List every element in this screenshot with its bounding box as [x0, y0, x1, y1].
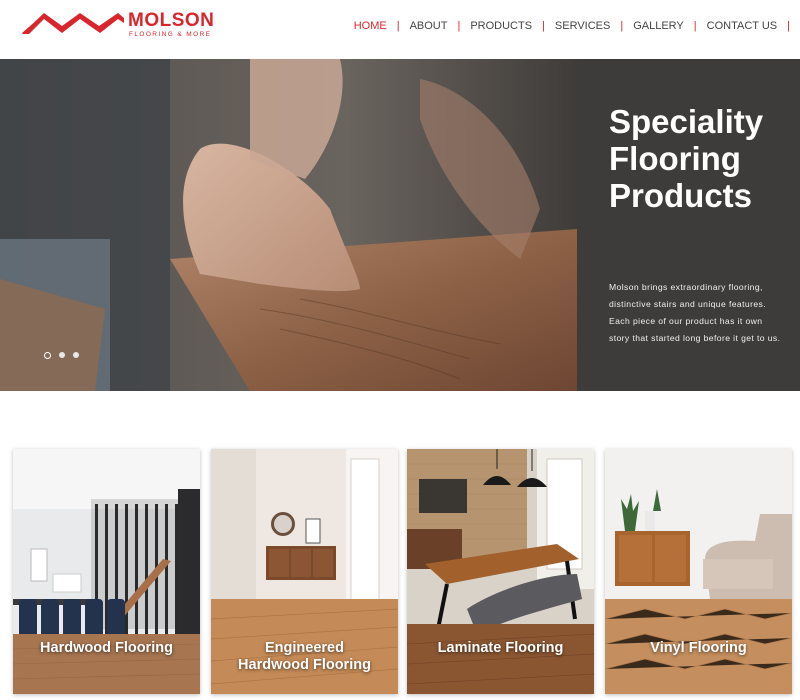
- slider-dots: [44, 351, 79, 359]
- site-header: MOLSON FLOORING & MORE HOME | ABOUT | PR…: [0, 0, 800, 58]
- card-label: Vinyl Flooring: [650, 640, 747, 656]
- hero-description: Molson brings extraordinary flooring, di…: [609, 282, 781, 343]
- dining-room-photo: [13, 449, 200, 694]
- dining-table-photo: [407, 449, 594, 694]
- hero-title: Speciality Flooring Products: [609, 103, 764, 214]
- logo[interactable]: MOLSON FLOORING & MORE: [22, 9, 215, 43]
- card-label: Laminate Flooring: [437, 640, 564, 656]
- card-laminate-flooring[interactable]: Laminate Flooring: [407, 449, 594, 694]
- hero-caption-panel: Speciality Flooring Products Molson brin…: [577, 59, 800, 391]
- nav-products[interactable]: PRODUCTS: [460, 20, 542, 32]
- nav-about[interactable]: ABOUT: [400, 20, 458, 32]
- card-vinyl-flooring[interactable]: Vinyl Flooring: [605, 449, 792, 694]
- slide-dot-1[interactable]: [44, 351, 51, 359]
- card-label: Hardwood Flooring: [40, 640, 173, 656]
- nav-separator: |: [787, 20, 790, 32]
- brand-tagline: FLOORING & MORE: [129, 31, 212, 38]
- nav-home[interactable]: HOME: [344, 20, 397, 32]
- card-hardwood-flooring[interactable]: Hardwood Flooring: [13, 449, 200, 694]
- card-engineered-hardwood-flooring[interactable]: Engineered Hardwood Flooring: [211, 449, 398, 694]
- main-nav: HOME | ABOUT | PRODUCTS | SERVICES | GAL…: [344, 20, 790, 32]
- slide-dot-2[interactable]: [59, 352, 65, 358]
- card-label: Engineered Hardwood Flooring: [238, 640, 371, 673]
- product-cards: Hardwood Flooring Engineered Hardwood Fl…: [13, 449, 793, 694]
- nav-services[interactable]: SERVICES: [545, 20, 620, 32]
- slide-dot-3[interactable]: [73, 352, 79, 358]
- nav-gallery[interactable]: GALLERY: [623, 20, 694, 32]
- living-room-photo: [605, 449, 792, 694]
- roof-logo-icon: [22, 13, 124, 34]
- hero-image: [0, 59, 577, 391]
- hero-slider: Speciality Flooring Products Molson brin…: [0, 59, 800, 391]
- nav-contact[interactable]: CONTACT US: [697, 20, 788, 32]
- brand-name: MOLSON: [128, 10, 215, 31]
